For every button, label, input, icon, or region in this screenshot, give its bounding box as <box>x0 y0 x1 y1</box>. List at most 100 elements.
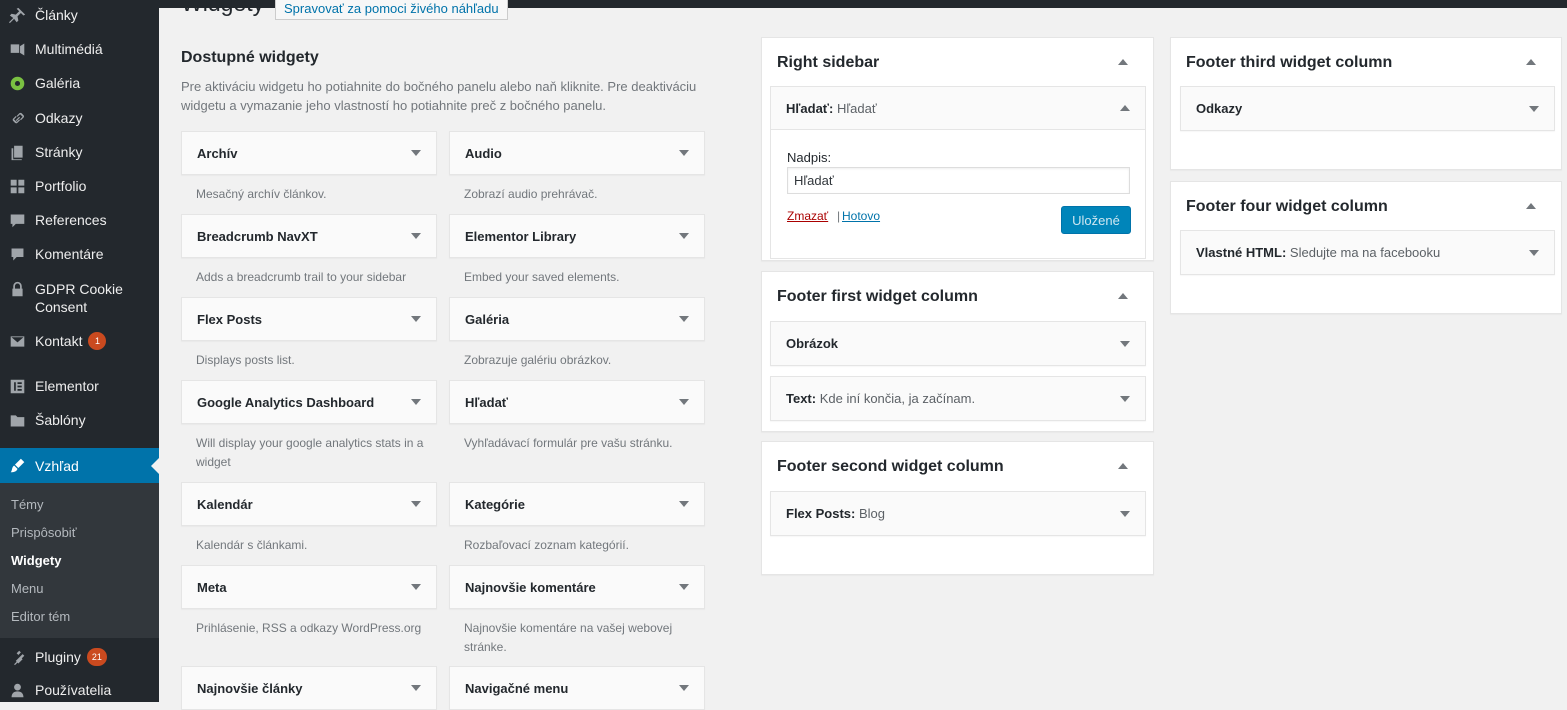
menu-item-portfolio[interactable]: Portfolio <box>0 177 159 195</box>
brush-icon <box>8 457 26 475</box>
caret-down-icon[interactable] <box>679 233 689 239</box>
footer-four-panel: Footer four widget column Vlastné HTML: … <box>1170 181 1562 314</box>
open-widget-header[interactable]: Hľadať: Hľadať <box>771 87 1145 130</box>
menu-label: GDPR Cookie Consent <box>35 281 123 315</box>
widget-obrazok[interactable]: Obrázok <box>770 321 1146 366</box>
caret-down-icon[interactable] <box>411 584 421 590</box>
caret-up-icon[interactable] <box>1526 59 1536 65</box>
caret-down-icon[interactable] <box>1529 105 1539 112</box>
link-icon <box>8 109 26 127</box>
menu-item-clanky[interactable]: Články <box>0 6 159 24</box>
menu-item-galeria[interactable]: Galéria <box>0 74 159 92</box>
caret-down-icon[interactable] <box>679 685 689 691</box>
widget-flex-posts[interactable]: Flex Posts <box>181 297 437 341</box>
caret-down-icon[interactable] <box>1529 249 1539 256</box>
caret-down-icon[interactable] <box>411 501 421 507</box>
caret-down-icon[interactable] <box>1120 395 1130 402</box>
caret-down-icon[interactable] <box>411 233 421 239</box>
page-title: Widgety <box>181 0 265 16</box>
widget-vlastne-html[interactable]: Vlastné HTML: Sledujte ma na facebooku <box>1180 230 1555 275</box>
menu-item-vzhlad[interactable]: Vzhľad <box>0 448 159 483</box>
done-link[interactable]: Hotovo <box>842 209 880 223</box>
elementor-icon <box>8 377 26 395</box>
caret-up-icon[interactable] <box>1118 59 1128 65</box>
submenu-temy[interactable]: Témy <box>11 497 44 512</box>
available-widgets-title: Dostupné widgety <box>181 49 319 66</box>
menu-item-references[interactable]: References <box>0 211 159 229</box>
widget-najnovsie-clanky[interactable]: Najnovšie články <box>181 666 437 710</box>
submenu-editor-tem[interactable]: Editor tém <box>11 609 70 624</box>
caret-up-icon[interactable] <box>1118 293 1128 299</box>
menu-item-gdpr[interactable]: GDPR Cookie Consent <box>0 280 159 316</box>
caret-up-icon[interactable] <box>1118 463 1128 469</box>
widget-title: Elementor Library <box>465 228 577 244</box>
caret-down-icon[interactable] <box>411 685 421 691</box>
submenu-menu[interactable]: Menu <box>11 581 44 596</box>
caret-down-icon[interactable] <box>679 501 689 507</box>
menu-item-pluginy[interactable]: Pluginy 21 <box>0 647 159 667</box>
submenu-widgety[interactable]: Widgety <box>11 553 61 568</box>
menu-item-pouzivatelia[interactable]: Používatelia <box>0 681 159 699</box>
widget-kategorie[interactable]: Kategórie <box>449 482 705 526</box>
menu-item-multimedia[interactable]: Multimédiá <box>0 40 159 58</box>
menu-label: Galéria <box>35 75 81 91</box>
widget-archiv[interactable]: Archív <box>181 131 437 175</box>
lock-icon <box>8 280 26 298</box>
caret-down-icon[interactable] <box>1120 510 1130 517</box>
admin-sidebar: Články Multimédiá Galéria Odkazy Stránky… <box>0 0 159 702</box>
widget-najnovsie-komentare[interactable]: Najnovšie komentáre <box>449 565 705 609</box>
widget-title: Flex Posts: <box>786 506 856 521</box>
caret-down-icon[interactable] <box>411 399 421 405</box>
menu-item-odkazy[interactable]: Odkazy <box>0 109 159 127</box>
widget-elementor-library[interactable]: Elementor Library <box>449 214 705 258</box>
widget-title: Hľadať <box>465 394 509 410</box>
title-field-input[interactable] <box>787 167 1130 194</box>
widget-title: Breadcrumb NavXT <box>197 228 318 244</box>
widget-title: Flex Posts <box>197 311 263 327</box>
widget-description: Zobrazí audio prehrávač. <box>464 187 598 201</box>
footer-first-panel: Footer first widget column Obrázok Text:… <box>761 271 1154 432</box>
manage-live-preview-button[interactable]: Spravovať za pomoci živého náhľadu <box>275 0 508 20</box>
save-button[interactable]: Uložené <box>1061 206 1131 234</box>
widget-title: Text: <box>786 391 817 406</box>
menu-item-elementor[interactable]: Elementor <box>0 377 159 395</box>
widget-description: Embed your saved elements. <box>464 270 620 284</box>
widget-text[interactable]: Text: Kde iní končia, ja začínam. <box>770 376 1146 421</box>
widget-meta[interactable]: Meta <box>181 565 437 609</box>
menu-label: Multimédiá <box>35 41 103 57</box>
panel-title: Footer second widget column <box>777 458 1004 475</box>
menu-item-kontakt[interactable]: Kontakt 1 <box>0 331 159 351</box>
caret-down-icon[interactable] <box>1120 340 1130 347</box>
widget-navigacne-menu[interactable]: Navigačné menu <box>449 666 705 710</box>
widget-breadcrumb-navxt[interactable]: Breadcrumb NavXT <box>181 214 437 258</box>
caret-down-icon[interactable] <box>679 150 689 156</box>
widget-hladat[interactable]: Hľadať <box>449 380 705 424</box>
widget-odkazy[interactable]: Odkazy <box>1180 86 1555 131</box>
widget-title: Odkazy <box>1196 101 1243 116</box>
submenu-prisposobit[interactable]: Prispôsobiť <box>11 525 77 540</box>
delete-link[interactable]: Zmazať <box>787 209 828 223</box>
folder-icon <box>8 411 26 429</box>
speech-bubbles-icon <box>8 211 26 229</box>
widget-title: Google Analytics Dashboard <box>197 394 375 410</box>
caret-down-icon[interactable] <box>411 316 421 322</box>
caret-up-icon[interactable] <box>1120 105 1130 111</box>
menu-item-komentare[interactable]: Komentáre <box>0 245 159 263</box>
widget-google-analytics-dashboard[interactable]: Google Analytics Dashboard <box>181 380 437 424</box>
widget-flex-posts-blog[interactable]: Flex Posts: Blog <box>770 491 1146 536</box>
panel-title: Footer four widget column <box>1186 198 1388 215</box>
caret-down-icon[interactable] <box>411 150 421 156</box>
widget-title: Kategórie <box>465 496 525 512</box>
caret-down-icon[interactable] <box>679 584 689 590</box>
caret-up-icon[interactable] <box>1526 203 1536 209</box>
widget-galeria[interactable]: Galéria <box>449 297 705 341</box>
widget-kalendar[interactable]: Kalendár <box>181 482 437 526</box>
widget-description: Rozbaľovací zoznam kategórií. <box>464 538 629 552</box>
menu-label: Stránky <box>35 144 83 160</box>
caret-down-icon[interactable] <box>679 316 689 322</box>
menu-item-sablony[interactable]: Šablóny <box>0 411 159 429</box>
menu-item-stranky[interactable]: Stránky <box>0 143 159 161</box>
caret-down-icon[interactable] <box>679 399 689 405</box>
widget-audio[interactable]: Audio <box>449 131 705 175</box>
widget-title: Meta <box>197 579 227 595</box>
